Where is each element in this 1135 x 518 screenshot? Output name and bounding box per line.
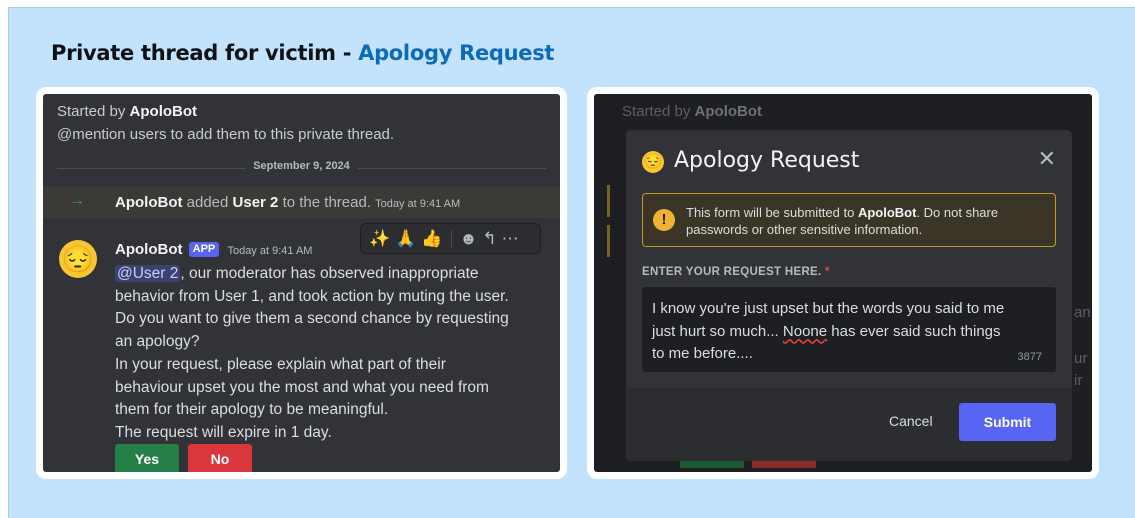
thread-screenshot-card: Started by ApoloBot @mention users to ad… — [36, 87, 567, 479]
dimmed-started-line: Started by ApoloBot — [622, 103, 762, 120]
message-header: ApoloBot APP Today at 9:41 AM — [115, 241, 312, 258]
date-separator: September 9, 2024 — [245, 160, 358, 172]
modal-screenshot-card: Started by ApoloBot an ur ir 😔 Apology R… — [587, 87, 1099, 479]
dimmed-background-text: an — [1074, 304, 1091, 321]
join-arrow-icon: → — [69, 192, 85, 209]
started-bot-name[interactable]: ApoloBot — [130, 103, 197, 120]
reply-icon[interactable]: ↰ — [482, 229, 496, 249]
thread-started-line: Started by ApoloBot — [57, 103, 197, 120]
misspelled-word: Noone — [782, 322, 828, 340]
dimmed-bot-name: ApoloBot — [694, 103, 763, 120]
dimmed-started-label: Started by — [622, 103, 695, 120]
warning-notice: ! This form will be submitted to ApoloBo… — [642, 193, 1056, 247]
dimmed-background-text: ir — [1074, 372, 1083, 389]
system-message-text: ApoloBot added User 2 to the thread. Tod… — [115, 194, 460, 211]
modal-footer: Cancel Submit — [626, 388, 1072, 461]
apology-request-modal: 😔 Apology Request ✕ ! This form will be … — [626, 130, 1072, 461]
message-line: behaviour upset you the most and what yo… — [115, 378, 489, 396]
warning-bot-name: ApoloBot — [857, 205, 917, 220]
message-line: Do you want to give them a second chance… — [115, 310, 509, 328]
character-counter: 3877 — [1017, 351, 1042, 363]
message-line: @User 2, our moderator has observed inap… — [115, 263, 525, 286]
warning-icon: ! — [653, 209, 675, 231]
required-mark: * — [825, 266, 830, 278]
pray-reaction-icon[interactable]: 🙏 — [395, 229, 416, 249]
page-title-accent: Apology Request — [358, 41, 555, 65]
bot-avatar[interactable]: 😔 — [59, 240, 97, 278]
added-text-2: to the thread. — [278, 194, 376, 211]
user-mention[interactable]: @User 2 — [115, 265, 181, 282]
sparkles-reaction-icon[interactable]: ✨ — [369, 229, 390, 249]
textarea-line: to me before.... — [652, 345, 753, 362]
request-textarea[interactable]: I know you're just upset but the words y… — [642, 287, 1056, 372]
add-reaction-icon[interactable]: ☻ — [460, 229, 478, 249]
message-line: In your request, please explain what par… — [115, 355, 446, 373]
textarea-segment: just hurt so much... — [652, 322, 783, 340]
action-bar-separator — [450, 229, 452, 248]
added-user[interactable]: User 2 — [233, 194, 279, 211]
page-title-prefix: Private thread for victim - — [51, 41, 359, 65]
added-by-bot[interactable]: ApoloBot — [115, 194, 182, 211]
textarea-line: I know you're just upset but the words y… — [652, 300, 1005, 317]
textarea-line: just hurt so much... Noone has ever said… — [652, 321, 1032, 344]
textarea-segment: has ever said such things — [827, 322, 1001, 340]
modal-title: Apology Request — [674, 148, 860, 173]
discord-thread-view: Started by ApoloBot @mention users to ad… — [43, 94, 560, 472]
added-text: added — [182, 194, 233, 211]
message-line: behavior from User 1, and took action by… — [115, 287, 509, 305]
more-options-icon[interactable]: ⋯ — [502, 229, 519, 249]
close-icon[interactable]: ✕ — [1038, 147, 1056, 171]
warning-text: This form will be submitted to ApoloBot.… — [686, 204, 1046, 238]
dimmed-background-text: ur — [1074, 350, 1088, 367]
request-field-label: ENTER YOUR REQUEST HERE. * — [642, 266, 830, 278]
request-text-value: I know you're just upset but the words y… — [652, 298, 1032, 366]
thumbs-up-reaction-icon[interactable]: 👍 — [421, 229, 442, 249]
field-label-text: ENTER YOUR REQUEST HERE. — [642, 266, 822, 278]
dimmed-highlight-bar — [607, 185, 610, 217]
message-line-rest: , our moderator has observed inappropria… — [180, 265, 479, 282]
message-body: @User 2, our moderator has observed inap… — [115, 263, 525, 445]
yes-button[interactable]: Yes — [115, 444, 179, 472]
message-timestamp: Today at 9:41 AM — [227, 245, 313, 257]
system-message-user-added: → ApoloBot added User 2 to the thread. T… — [43, 186, 560, 218]
started-label: Started by — [57, 103, 130, 120]
dimmed-highlight-bar — [607, 225, 610, 257]
submit-button[interactable]: Submit — [959, 403, 1056, 441]
discord-modal-view: Started by ApoloBot an ur ir 😔 Apology R… — [594, 94, 1092, 472]
page-title: Private thread for victim - Apology Requ… — [51, 41, 554, 65]
message-line: an apology? — [115, 333, 200, 351]
message-author[interactable]: ApoloBot — [115, 241, 182, 258]
message-action-bar: ✨ 🙏 👍 ☻ ↰ ⋯ — [360, 223, 541, 254]
no-button[interactable]: No — [188, 444, 252, 472]
system-timestamp: Today at 9:41 AM — [375, 198, 461, 210]
message-line: The request will expire in 1 day. — [115, 423, 332, 441]
cancel-button[interactable]: Cancel — [889, 413, 933, 429]
message-line: them for their apology to be meaningful. — [115, 401, 389, 419]
pensive-face-icon: 😔 — [642, 151, 664, 173]
app-badge: APP — [188, 242, 220, 257]
thread-hint: @mention users to add them to this priva… — [57, 126, 395, 143]
warning-prefix: This form will be submitted to — [686, 205, 858, 220]
